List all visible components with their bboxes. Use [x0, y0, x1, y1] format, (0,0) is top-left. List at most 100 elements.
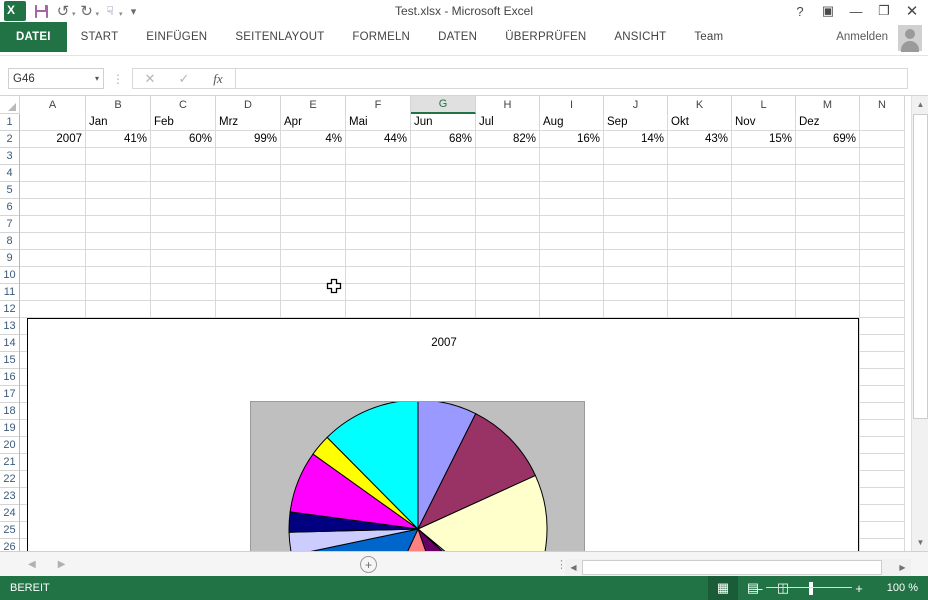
ribbon-tab-einfgen[interactable]: EINFÜGEN [132, 22, 221, 52]
cell-N17[interactable] [860, 386, 905, 403]
cell-N14[interactable] [860, 335, 905, 352]
scroll-right-button[interactable]: ▶ [894, 559, 911, 576]
cell-K5[interactable] [668, 182, 732, 199]
cell-N19[interactable] [860, 420, 905, 437]
cell-D1[interactable]: Mrz [216, 114, 281, 131]
cell-F1[interactable]: Mai [346, 114, 411, 131]
cell-H6[interactable] [476, 199, 540, 216]
ribbon-display-options-button[interactable]: ▣ [814, 0, 842, 22]
zoom-out-button[interactable]: – [752, 581, 766, 596]
cell-B5[interactable] [86, 182, 151, 199]
cell-A2[interactable]: 2007 [20, 131, 86, 148]
cell-M11[interactable] [796, 284, 860, 301]
scroll-up-button[interactable]: ▲ [912, 96, 928, 113]
cell-A6[interactable] [20, 199, 86, 216]
cell-I11[interactable] [540, 284, 604, 301]
row-header-17[interactable]: 17 [0, 386, 19, 403]
vertical-scrollbar[interactable]: ▲ ▼ [911, 96, 928, 551]
row-header-16[interactable]: 16 [0, 369, 19, 386]
cell-G1[interactable]: Jun [411, 114, 476, 131]
cell-H5[interactable] [476, 182, 540, 199]
row-header-19[interactable]: 19 [0, 420, 19, 437]
cell-N22[interactable] [860, 471, 905, 488]
column-header-H[interactable]: H [476, 96, 540, 114]
cell-I7[interactable] [540, 216, 604, 233]
cell-M12[interactable] [796, 301, 860, 318]
cell-F4[interactable] [346, 165, 411, 182]
cell-E2[interactable]: 4% [281, 131, 346, 148]
column-header-E[interactable]: E [281, 96, 346, 114]
ribbon-tab-daten[interactable]: DATEN [424, 22, 491, 52]
cell-N2[interactable] [860, 131, 905, 148]
row-header-13[interactable]: 13 [0, 318, 19, 335]
row-header-18[interactable]: 18 [0, 403, 19, 420]
cell-N3[interactable] [860, 148, 905, 165]
cell-M1[interactable]: Dez [796, 114, 860, 131]
cell-L4[interactable] [732, 165, 796, 182]
cell-D4[interactable] [216, 165, 281, 182]
cell-K2[interactable]: 43% [668, 131, 732, 148]
cell-N24[interactable] [860, 505, 905, 522]
confirm-icon[interactable]: ✓ [167, 69, 201, 88]
cell-N4[interactable] [860, 165, 905, 182]
row-header-12[interactable]: 12 [0, 301, 19, 318]
cell-F3[interactable] [346, 148, 411, 165]
cancel-icon[interactable]: ✕ [133, 69, 167, 88]
ribbon-tab-formeln[interactable]: FORMELN [338, 22, 424, 52]
cell-E7[interactable] [281, 216, 346, 233]
cell-L6[interactable] [732, 199, 796, 216]
cell-N21[interactable] [860, 454, 905, 471]
cell-G6[interactable] [411, 199, 476, 216]
cell-D7[interactable] [216, 216, 281, 233]
cell-L2[interactable]: 15% [732, 131, 796, 148]
cell-I4[interactable] [540, 165, 604, 182]
cell-C7[interactable] [151, 216, 216, 233]
horizontal-scroll-track[interactable] [582, 559, 894, 576]
ribbon-tab-berprfen[interactable]: ÜBERPRÜFEN [491, 22, 600, 52]
cell-J8[interactable] [604, 233, 668, 250]
cell-I2[interactable]: 16% [540, 131, 604, 148]
cell-K8[interactable] [668, 233, 732, 250]
cell-C3[interactable] [151, 148, 216, 165]
cell-K12[interactable] [668, 301, 732, 318]
cell-N12[interactable] [860, 301, 905, 318]
column-header-I[interactable]: I [540, 96, 604, 114]
cell-J3[interactable] [604, 148, 668, 165]
scroll-left-button[interactable]: ◀ [565, 559, 582, 576]
ribbon-tab-ansicht[interactable]: ANSICHT [600, 22, 680, 52]
cell-K3[interactable] [668, 148, 732, 165]
cell-N6[interactable] [860, 199, 905, 216]
cell-H8[interactable] [476, 233, 540, 250]
cell-N25[interactable] [860, 522, 905, 539]
cell-A12[interactable] [20, 301, 86, 318]
insert-function-icon[interactable]: fx [201, 69, 235, 88]
chart-plot-area[interactable] [250, 401, 585, 551]
cell-A8[interactable] [20, 233, 86, 250]
cell-J2[interactable]: 14% [604, 131, 668, 148]
row-header-26[interactable]: 26 [0, 539, 19, 551]
cell-D2[interactable]: 99% [216, 131, 281, 148]
cell-C11[interactable] [151, 284, 216, 301]
cell-I9[interactable] [540, 250, 604, 267]
signin-link[interactable]: Anmelden [836, 22, 888, 52]
cell-B1[interactable]: Jan [86, 114, 151, 131]
row-header-3[interactable]: 3 [0, 148, 19, 165]
cell-N11[interactable] [860, 284, 905, 301]
row-header-25[interactable]: 25 [0, 522, 19, 539]
cell-F6[interactable] [346, 199, 411, 216]
cell-M10[interactable] [796, 267, 860, 284]
cell-F7[interactable] [346, 216, 411, 233]
cell-M2[interactable]: 69% [796, 131, 860, 148]
restore-button[interactable]: ❐ [870, 0, 898, 22]
column-header-B[interactable]: B [86, 96, 151, 114]
cell-I1[interactable]: Aug [540, 114, 604, 131]
cell-N8[interactable] [860, 233, 905, 250]
cell-K6[interactable] [668, 199, 732, 216]
column-header-N[interactable]: N [860, 96, 905, 114]
cell-J12[interactable] [604, 301, 668, 318]
cell-M3[interactable] [796, 148, 860, 165]
row-header-21[interactable]: 21 [0, 454, 19, 471]
cell-E1[interactable]: Apr [281, 114, 346, 131]
cell-H9[interactable] [476, 250, 540, 267]
column-header-G[interactable]: G [411, 96, 476, 114]
